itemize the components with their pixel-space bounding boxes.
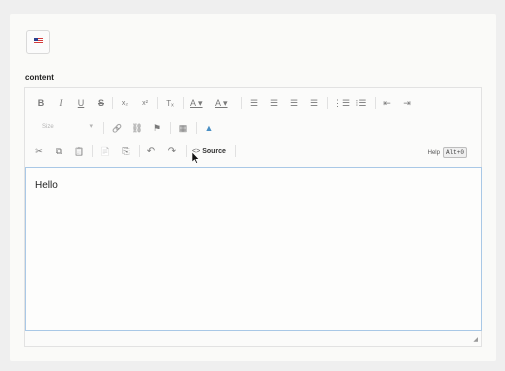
table-button[interactable]: ▦ [177, 120, 189, 136]
mouse-cursor-icon [192, 152, 200, 164]
size-select[interactable]: Size ▾ [37, 122, 95, 135]
chevron-down-icon: ▾ [89, 123, 93, 130]
help-label: Help [427, 149, 440, 156]
strikethrough-button[interactable]: S [95, 95, 107, 111]
text-color-button[interactable]: A ▾ [190, 95, 203, 111]
underline-button[interactable]: U [75, 95, 87, 111]
redo-button[interactable]: ↷ [166, 143, 178, 159]
numbered-list-button[interactable]: ⋮☰ [333, 95, 350, 111]
link-button[interactable]: 🔗 [111, 120, 123, 136]
toolbar-row-3: ✂ ⧉ 📋 📄 ⎘ ↶ ↷ <> Source [25, 141, 481, 161]
help-shortcut: Alt+0 [442, 147, 467, 158]
toolbar-separator [241, 97, 242, 109]
paste-text-button[interactable]: 📄 [99, 143, 111, 159]
undo-button[interactable]: ↶ [145, 143, 157, 159]
toolbar-separator [375, 97, 376, 109]
toolbar-separator [112, 97, 113, 109]
toolbar-separator [139, 145, 140, 157]
paste-word-button[interactable]: ⎘ [120, 143, 132, 159]
content-editable-area[interactable]: Hello [25, 167, 482, 331]
italic-button[interactable]: I [55, 95, 67, 111]
anchor-button[interactable]: ⚑ [151, 120, 163, 136]
help-link[interactable]: Help Alt+0 [428, 147, 467, 158]
paste-button[interactable]: 📋 [73, 143, 85, 159]
bold-button[interactable]: B [35, 95, 47, 111]
align-right-button[interactable]: ☰ [288, 95, 300, 111]
rich-text-editor: B I U S x₂ x² Tₓ A ▾ A ▾ ☰ ☰ ☰ ☰ ⋮☰ ⁝☰ ⇤… [24, 87, 482, 347]
content-text: Hello [35, 180, 58, 191]
toolbar-row-1: B I U S x₂ x² Tₓ A ▾ A ▾ ☰ ☰ ☰ ☰ ⋮☰ ⁝☰ ⇤… [25, 93, 481, 113]
background-color-button[interactable]: A ▾ [215, 95, 228, 111]
toolbar-separator [327, 97, 328, 109]
toolbar-separator [170, 122, 171, 134]
toolbar-separator [157, 97, 158, 109]
align-justify-button[interactable]: ☰ [308, 95, 320, 111]
outdent-button[interactable]: ⇤ [381, 95, 393, 111]
size-select-value: Size [42, 124, 54, 130]
subscript-button[interactable]: x₂ [119, 95, 131, 111]
align-left-button[interactable]: ☰ [248, 95, 260, 111]
indent-button[interactable]: ⇥ [401, 95, 413, 111]
copy-button[interactable]: ⧉ [53, 143, 65, 159]
align-center-button[interactable]: ☰ [268, 95, 280, 111]
unlink-button[interactable]: ⛓ [131, 120, 143, 136]
toolbar-separator [92, 145, 93, 157]
toolbar-separator [103, 122, 104, 134]
remove-format-button[interactable]: Tₓ [164, 95, 176, 111]
toolbar-separator [235, 145, 236, 157]
bulleted-list-button[interactable]: ⁝☰ [355, 95, 367, 111]
us-flag-icon [34, 38, 43, 44]
resize-handle-icon[interactable]: ◢ [473, 336, 478, 343]
toolbar-separator [183, 97, 184, 109]
image-button[interactable]: ▲ [203, 120, 215, 136]
toolbar-row-2: Size ▾ 🔗 ⛓ ⚑ ▦ ▲ [25, 118, 481, 138]
source-button-label: Source [202, 147, 226, 155]
toolbar-separator [196, 122, 197, 134]
field-label: content [25, 73, 54, 82]
superscript-button[interactable]: x² [139, 95, 151, 111]
language-flag-button[interactable] [26, 30, 50, 54]
toolbar-separator [186, 145, 187, 157]
cut-button[interactable]: ✂ [33, 143, 45, 159]
